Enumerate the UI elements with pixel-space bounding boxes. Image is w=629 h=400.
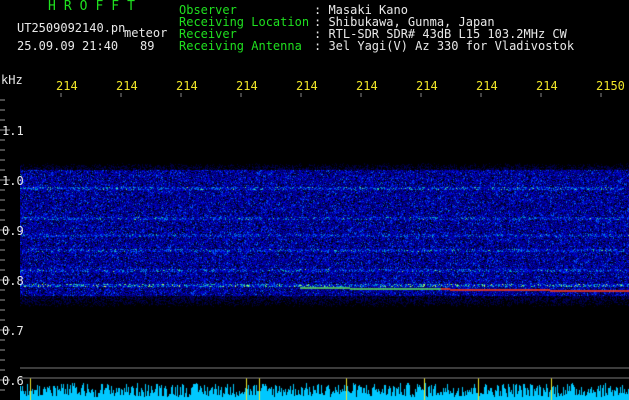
y-tick-label: 1.1 xyxy=(2,124,24,138)
y-tick-label: 0.6 xyxy=(2,374,24,388)
y-tick-label: 0.8 xyxy=(2,274,24,288)
spectrogram-grid xyxy=(0,93,629,391)
y-tick-label: 0.7 xyxy=(2,324,24,338)
y-tick-label: 0.9 xyxy=(2,224,24,238)
y-tick-label: 1.0 xyxy=(2,174,24,188)
hrofft-screen: HROFFT UT2509092140.pn meteor 25.09.09 2… xyxy=(0,0,629,400)
